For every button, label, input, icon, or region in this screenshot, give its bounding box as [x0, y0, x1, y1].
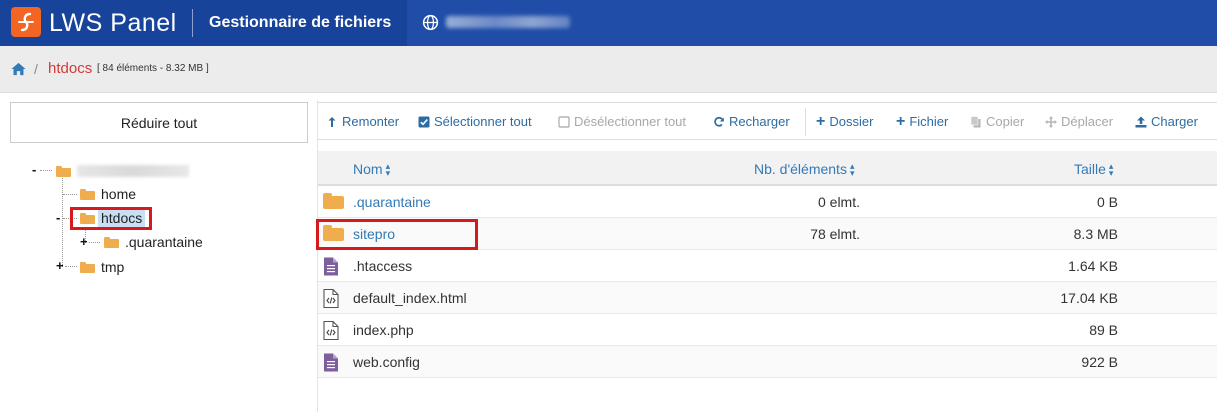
- folder-icon: [56, 165, 71, 177]
- item-count: 0 elmt.: [817, 194, 860, 210]
- logo-area[interactable]: LWS Panel Gestionnaire de fichiers: [0, 0, 407, 46]
- tree-node-label: home: [101, 186, 137, 202]
- highlight-annotation: [70, 207, 152, 230]
- file-size: 1.64 KB: [1068, 258, 1118, 274]
- root-name-blurred: [77, 165, 189, 177]
- file-code-icon: [323, 321, 339, 340]
- column-header-size[interactable]: Taille ▴ ▾: [1074, 161, 1114, 179]
- toolbar-divider: [805, 108, 806, 136]
- copy-icon: [970, 115, 981, 127]
- file-text-icon: [324, 257, 338, 276]
- file-table: Nom ▴ ▾ Nb. d'éléments ▴ ▾ Taille ▴ ▾ .quarant…: [318, 151, 1217, 378]
- sort-icon: ▴ ▾: [849, 161, 855, 179]
- file-name[interactable]: .quarantaine: [353, 194, 431, 210]
- highlight-annotation: [316, 219, 478, 250]
- new-folder-button[interactable]: + Dossier: [816, 112, 873, 130]
- plus-icon: +: [816, 112, 826, 130]
- sort-icon: ▴ ▾: [385, 161, 391, 179]
- refresh-icon: [714, 116, 724, 127]
- top-bar: LWS Panel Gestionnaire de fichiers: [0, 0, 1217, 46]
- file-size: 922 B: [1081, 354, 1118, 370]
- folder-tree: - home - htdocs + .quarantaine + tmp: [0, 150, 310, 412]
- header-divider: [192, 9, 193, 37]
- tree-node-quarantaine[interactable]: .quarantaine: [104, 232, 203, 252]
- tree-node-label: tmp: [101, 259, 125, 275]
- deselect-all-button[interactable]: Désélectionner tout: [558, 114, 686, 129]
- folder-icon: [323, 193, 344, 209]
- sort-icon: ▴ ▾: [1108, 161, 1114, 179]
- folder-icon: [80, 188, 95, 200]
- upload-button[interactable]: Charger: [1135, 114, 1198, 129]
- column-header-name[interactable]: Nom ▴ ▾: [353, 161, 391, 179]
- move-arrows-icon: [1045, 115, 1057, 128]
- item-count: 78 elmt.: [810, 226, 860, 242]
- file-code-icon: [323, 289, 339, 308]
- breadcrumb-current[interactable]: htdocs: [48, 60, 92, 77]
- up-button[interactable]: Remonter: [326, 114, 399, 129]
- tree-node-home[interactable]: home: [80, 184, 136, 204]
- app-name: LWS Panel: [49, 9, 177, 37]
- file-size: 17.04 KB: [1060, 290, 1118, 306]
- collapse-toggle[interactable]: -: [56, 211, 60, 224]
- table-row[interactable]: index.php 89 B: [318, 314, 1217, 346]
- table-row[interactable]: .htaccess 1.64 KB: [318, 250, 1217, 282]
- reload-button[interactable]: Recharger: [713, 114, 790, 129]
- file-text-icon: [324, 353, 338, 372]
- tree-node-root[interactable]: [56, 161, 189, 181]
- tree-node-label: .quarantaine: [125, 234, 203, 250]
- breadcrumb-separator: /: [34, 61, 38, 77]
- new-file-button[interactable]: + Fichier: [896, 112, 948, 130]
- lws-logo-icon: [11, 7, 41, 37]
- file-size: 0 B: [1096, 194, 1118, 210]
- collapse-all-button[interactable]: Réduire tout: [10, 102, 308, 143]
- file-name[interactable]: web.config: [353, 354, 420, 370]
- file-toolbar: Remonter Sélectionner tout Désélectionne…: [318, 102, 1217, 140]
- table-row[interactable]: .quarantaine 0 elmt. 0 B: [318, 186, 1217, 218]
- column-header-count[interactable]: Nb. d'éléments ▴ ▾: [754, 161, 855, 179]
- folder-info: [ 84 éléments - 8.32 MB ]: [97, 63, 209, 74]
- section-title: Gestionnaire de fichiers: [209, 14, 392, 31]
- move-button[interactable]: Déplacer: [1045, 114, 1113, 129]
- file-size: 89 B: [1089, 322, 1118, 338]
- file-name[interactable]: default_index.html: [353, 290, 467, 306]
- home-icon[interactable]: [11, 62, 26, 76]
- folder-icon: [80, 261, 95, 273]
- table-row[interactable]: default_index.html 17.04 KB: [318, 282, 1217, 314]
- folder-icon: [104, 236, 119, 248]
- table-header: Nom ▴ ▾ Nb. d'éléments ▴ ▾ Taille ▴ ▾: [318, 151, 1217, 186]
- copy-button[interactable]: Copier: [970, 114, 1024, 129]
- checkbox-empty-icon: [558, 115, 570, 128]
- select-all-button[interactable]: Sélectionner tout: [418, 114, 532, 129]
- globe-icon[interactable]: [422, 14, 439, 31]
- collapse-toggle[interactable]: -: [32, 163, 36, 176]
- checkbox-checked-icon: [418, 116, 430, 127]
- plus-icon: +: [896, 112, 906, 130]
- domain-name-blurred[interactable]: [446, 16, 570, 28]
- file-name[interactable]: index.php: [353, 322, 414, 338]
- table-row[interactable]: web.config 922 B: [318, 346, 1217, 378]
- upload-icon: [1135, 116, 1147, 127]
- tree-node-tmp[interactable]: tmp: [80, 257, 124, 277]
- expand-toggle[interactable]: +: [80, 235, 88, 248]
- level-up-icon: [328, 116, 336, 127]
- breadcrumb: / htdocs [ 84 éléments - 8.32 MB ]: [0, 46, 1217, 93]
- file-name[interactable]: .htaccess: [353, 258, 412, 274]
- file-size: 8.3 MB: [1073, 226, 1118, 242]
- expand-toggle[interactable]: +: [56, 259, 64, 272]
- tree-connector: [62, 175, 63, 267]
